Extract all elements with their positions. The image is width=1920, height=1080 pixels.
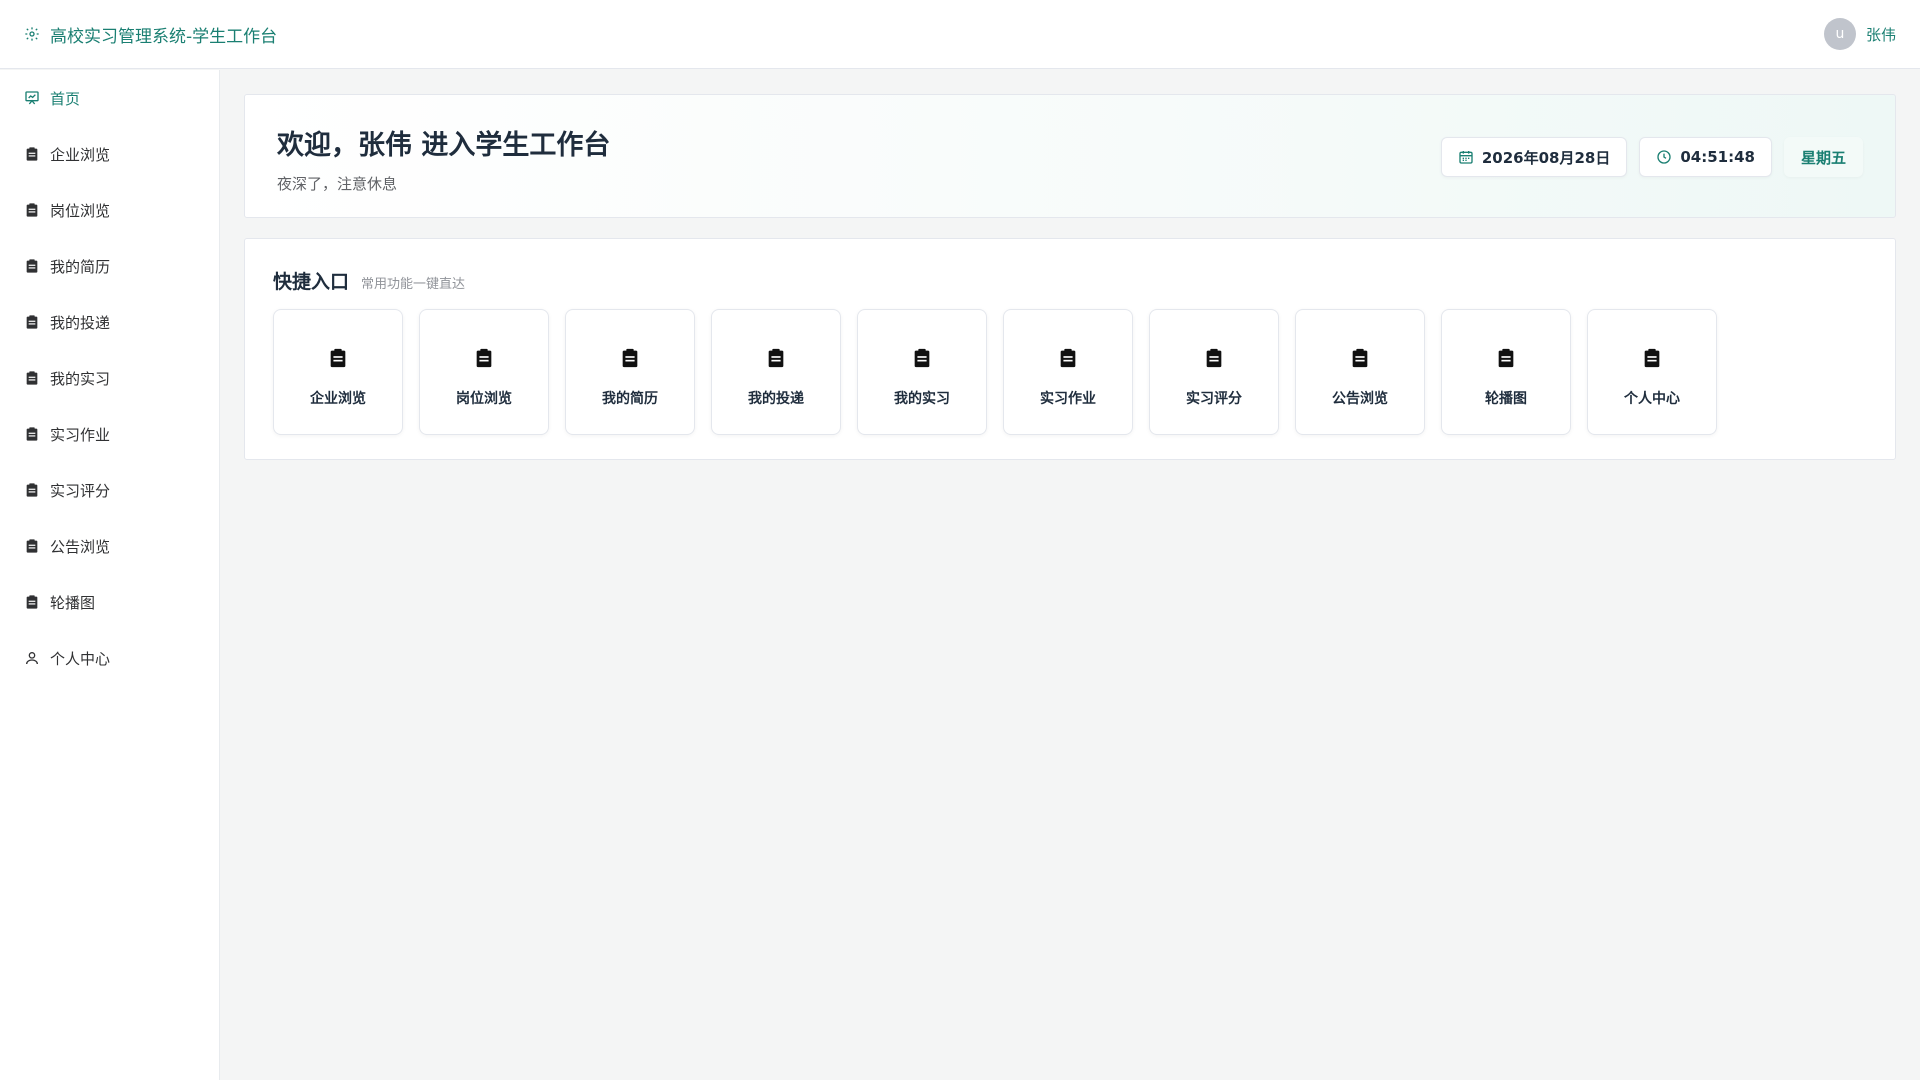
quick-card-label: 实习作业 (1040, 391, 1096, 407)
clipboard-icon (26, 259, 38, 273)
welcome-panel: 欢迎，张伟 进入学生工作台 夜深了，注意休息 2026年08月28日 04:51… (244, 94, 1896, 218)
quick-card-announcements[interactable]: 公告浏览 (1295, 309, 1425, 435)
quick-card-my-applications[interactable]: 我的投递 (711, 309, 841, 435)
clock-icon (1657, 150, 1672, 164)
clipboard-icon (476, 348, 492, 368)
welcome-subtitle: 夜深了，注意休息 (277, 175, 398, 193)
quick-card-label: 企业浏览 (310, 391, 366, 407)
quick-card-label: 公告浏览 (1332, 391, 1388, 407)
quick-card-label: 轮播图 (1485, 391, 1527, 407)
datetime-chips: 2026年08月28日 04:51:48 星期五 (1440, 137, 1863, 177)
sidebar-item-my-applications[interactable]: 我的投递 (0, 294, 219, 350)
sidebar-item-company-browse[interactable]: 企业浏览 (0, 126, 219, 182)
time-chip: 04:51:48 (1639, 137, 1772, 177)
sidebar-item-label: 企业浏览 (50, 145, 111, 164)
clipboard-icon (26, 427, 38, 441)
clipboard-icon (26, 483, 38, 497)
quick-card-my-internship[interactable]: 我的实习 (857, 309, 987, 435)
chart-board-icon (25, 91, 39, 105)
clipboard-icon (330, 348, 346, 368)
sidebar-item-announcements[interactable]: 公告浏览 (0, 518, 219, 574)
sidebar-item-my-resume[interactable]: 我的简历 (0, 238, 219, 294)
time-text: 04:51:48 (1680, 148, 1755, 166)
clipboard-icon (26, 203, 38, 217)
username[interactable]: 张伟 (1866, 24, 1896, 45)
quick-access-title: 快捷入口 (273, 271, 350, 293)
gear-icon (25, 27, 39, 41)
brand[interactable]: 高校实习管理系统-学生工作台 (24, 22, 277, 47)
sidebar-item-profile[interactable]: 个人中心 (0, 630, 219, 686)
clipboard-icon (1644, 348, 1660, 368)
top-header: 高校实习管理系统-学生工作台 u 张伟 (0, 0, 1920, 69)
main-content: 欢迎，张伟 进入学生工作台 夜深了，注意休息 2026年08月28日 04:51… (220, 70, 1920, 1080)
sidebar-item-label: 首页 (50, 89, 81, 108)
quick-card-job-browse[interactable]: 岗位浏览 (419, 309, 549, 435)
clipboard-icon (1060, 348, 1076, 368)
clipboard-icon (1206, 348, 1222, 368)
clipboard-icon (26, 595, 38, 609)
quick-card-profile[interactable]: 个人中心 (1587, 309, 1717, 435)
quick-card-label: 我的实习 (894, 391, 950, 407)
sidebar-item-label: 个人中心 (50, 649, 111, 668)
quick-card-label: 岗位浏览 (456, 391, 512, 407)
sidebar-item-label: 我的简历 (50, 257, 111, 276)
quick-access-header: 快捷入口 常用功能一键直达 (273, 267, 465, 294)
sidebar: 首页 企业浏览 岗位浏览 我的简历 我的投递 我的实习 实习作业 实习评分 公告… (0, 70, 220, 1080)
date-chip: 2026年08月28日 (1440, 137, 1628, 177)
quick-card-company-browse[interactable]: 企业浏览 (273, 309, 403, 435)
quick-card-internship-score[interactable]: 实习评分 (1149, 309, 1279, 435)
clipboard-icon (1498, 348, 1514, 368)
sidebar-item-internship-homework[interactable]: 实习作业 (0, 406, 219, 462)
sidebar-item-carousel[interactable]: 轮播图 (0, 574, 219, 630)
weekday-text: 星期五 (1800, 148, 1846, 167)
sidebar-item-my-internship[interactable]: 我的实习 (0, 350, 219, 406)
quick-card-carousel[interactable]: 轮播图 (1441, 309, 1571, 435)
date-text: 2026年08月28日 (1481, 148, 1611, 167)
quick-card-label: 我的简历 (602, 391, 658, 407)
sidebar-item-internship-score[interactable]: 实习评分 (0, 462, 219, 518)
sidebar-item-label: 公告浏览 (50, 537, 111, 556)
quick-card-label: 个人中心 (1624, 391, 1680, 407)
calendar-icon (1459, 151, 1473, 164)
clipboard-icon (1352, 348, 1368, 368)
quick-access-panel: 快捷入口 常用功能一键直达 企业浏览 岗位浏览 我的简历 我的投递 我的实习 实… (244, 238, 1896, 460)
quick-card-my-resume[interactable]: 我的简历 (565, 309, 695, 435)
user-menu[interactable]: u 张伟 (1823, 18, 1896, 50)
clipboard-icon (914, 348, 930, 368)
clipboard-icon (26, 539, 38, 553)
sidebar-item-label: 岗位浏览 (50, 201, 111, 220)
quick-card-label: 实习评分 (1186, 391, 1242, 407)
avatar[interactable]: u (1823, 18, 1856, 50)
quick-access-subtitle: 常用功能一键直达 (361, 277, 466, 292)
sidebar-item-label: 实习作业 (50, 425, 111, 444)
quick-card-internship-homework[interactable]: 实习作业 (1003, 309, 1133, 435)
quick-access-cards: 企业浏览 岗位浏览 我的简历 我的投递 我的实习 实习作业 实习评分 公告浏览 … (273, 309, 1717, 435)
sidebar-item-label: 我的投递 (50, 313, 111, 332)
clipboard-icon (768, 348, 784, 368)
sidebar-item-label: 实习评分 (50, 481, 111, 500)
clipboard-icon (26, 315, 38, 329)
sidebar-item-home[interactable]: 首页 (0, 70, 219, 126)
sidebar-item-label: 轮播图 (50, 593, 96, 612)
welcome-heading: 欢迎，张伟 进入学生工作台 (277, 130, 611, 161)
clipboard-icon (26, 147, 38, 161)
user-icon (26, 652, 38, 665)
quick-card-label: 我的投递 (748, 391, 804, 407)
app-title: 高校实习管理系统-学生工作台 (50, 26, 278, 47)
sidebar-item-job-browse[interactable]: 岗位浏览 (0, 182, 219, 238)
clipboard-icon (26, 371, 38, 385)
clipboard-icon (622, 348, 638, 368)
weekday-chip: 星期五 (1783, 137, 1863, 177)
sidebar-item-label: 我的实习 (50, 369, 111, 388)
